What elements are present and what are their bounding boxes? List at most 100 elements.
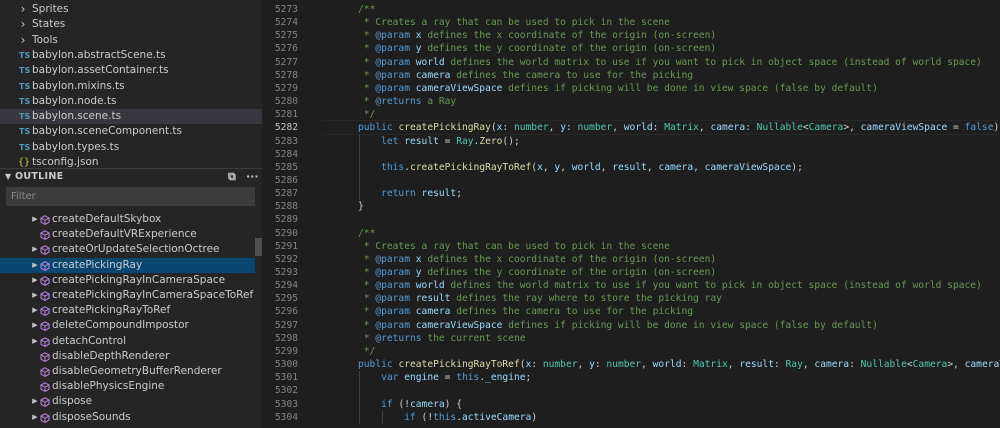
sidebar: › Sprites › States › Tools TS babylon.abstractS…: [0, 0, 262, 428]
outline-item[interactable]: createDefaultVRExperience: [0, 227, 262, 242]
outline-item[interactable]: ▶ dispose: [0, 394, 262, 409]
code-token: the current scene: [421, 332, 526, 344]
code-line: if (!camera) {: [322, 398, 462, 411]
chevron-right-icon[interactable]: ▶: [30, 258, 40, 273]
code-token: return: [381, 188, 422, 200]
outline-item[interactable]: disableDepthRenderer: [0, 349, 262, 364]
outline-item-label: createDefaultVRExperience: [52, 228, 197, 241]
outline-scrollbar-thumb[interactable]: [255, 238, 262, 256]
line-number: 5282: [274, 122, 298, 134]
outline-item[interactable]: ▶ createPickingRayToRef: [0, 303, 262, 318]
outline-item[interactable]: disableGeometryBufferRenderer: [0, 364, 262, 379]
outline-item[interactable]: ▶ createOrUpdateSelectionOctree: [0, 242, 262, 257]
outline-item[interactable]: ▶ deleteCompoundImpostor: [0, 318, 262, 333]
code-token: camera: [658, 161, 694, 173]
code-token: _engine: [485, 372, 526, 384]
code-token: cameraViewSpace: [964, 359, 1000, 371]
code-token: defines the camera to use for the pickin…: [450, 306, 694, 318]
chevron-right-icon[interactable]: ▶: [30, 273, 40, 288]
code-line: * @returns a Ray: [322, 95, 456, 108]
code-line: let result = Ray.Zero();: [322, 135, 520, 148]
method-icon: [40, 305, 50, 317]
chevron-right-icon[interactable]: ▶: [30, 394, 40, 409]
code-token: createPickingRayToRef: [398, 359, 520, 371]
outline-item[interactable]: ▶ createPickingRayInCameraSpaceToRef: [0, 288, 262, 303]
code-token: ,: [560, 161, 572, 173]
outline-item[interactable]: ▶ disposeSounds: [0, 410, 262, 425]
chevron-down-icon[interactable]: ▼: [5, 169, 11, 185]
outline-item-label: createPickingRay: [52, 258, 143, 271]
code-token: (!: [398, 398, 410, 410]
code-token: :: [681, 359, 694, 371]
line-number: 5288: [274, 201, 298, 213]
code-token: defines the ray where to store the picki…: [450, 293, 722, 305]
indent-guide: [382, 410, 383, 424]
code-line: * @param result defines the ray where to…: [322, 292, 722, 305]
chevron-right-icon[interactable]: ▶: [30, 212, 40, 227]
method-icon: [40, 275, 50, 286]
explorer-item-label: babylon.node.ts: [32, 94, 117, 107]
explorer-item-label: babylon.types.ts: [32, 140, 120, 153]
explorer-item[interactable]: TS babylon.assetContainer.ts: [0, 63, 262, 78]
code-token: var: [381, 372, 405, 384]
code-token: createPickingRayToRef: [410, 161, 532, 173]
outline-header[interactable]: ▼ OUTLINE ⧉ ···: [0, 168, 262, 185]
explorer-item[interactable]: › Sprites: [0, 2, 262, 17]
outline-item[interactable]: ▶ createPickingRay: [0, 257, 262, 273]
explorer-item[interactable]: TS babylon.types.ts: [0, 140, 262, 155]
outline-item[interactable]: disablePhysicsEngine: [0, 379, 262, 394]
code-token: @param: [375, 267, 410, 278]
chevron-right-icon[interactable]: ▶: [30, 303, 40, 318]
method-icon: [40, 396, 50, 408]
typescript-file-icon: TS: [19, 66, 31, 76]
outline-item[interactable]: ▶ createPickingRayInCameraSpace: [0, 273, 262, 288]
code-token: ,: [727, 359, 740, 371]
outline-filter-input[interactable]: Filter: [6, 187, 255, 206]
chevron-right-icon[interactable]: ›: [18, 2, 28, 17]
explorer-item-label: babylon.abstractScene.ts: [32, 48, 166, 61]
explorer-item[interactable]: › States: [0, 17, 262, 32]
chevron-right-icon[interactable]: ▶: [30, 334, 40, 349]
code-token: Camera: [912, 359, 948, 371]
code-token: camera: [710, 122, 746, 134]
explorer-item[interactable]: TS babylon.sceneComponent.ts: [0, 124, 262, 139]
code-token: createPickingRay: [398, 122, 491, 134]
more-actions-icon[interactable]: ···: [246, 169, 259, 185]
line-number: 5286: [274, 174, 298, 186]
code-line: * @param cameraViewSpace defines if pick…: [322, 82, 878, 95]
chevron-right-icon[interactable]: ▶: [30, 288, 40, 303]
chevron-right-icon[interactable]: ›: [18, 17, 28, 32]
chevron-right-icon[interactable]: ▶: [30, 410, 40, 425]
code-token: defines the x coordinate of the origin (…: [421, 30, 717, 42]
outline-item-label: disableGeometryBufferRenderer: [52, 365, 222, 377]
code-token: ;: [456, 188, 462, 200]
explorer-item[interactable]: TS babylon.mixins.ts: [0, 79, 262, 94]
collapse-all-icon[interactable]: ⧉: [228, 169, 236, 185]
code-token: * Creates a ray that can be used to pick…: [358, 240, 670, 252]
line-number: 5290: [274, 227, 298, 239]
method-icon: [40, 351, 50, 362]
outline-item[interactable]: ▶ detachControl: [0, 334, 262, 349]
explorer-item[interactable]: TS babylon.scene.ts: [0, 109, 262, 125]
explorer-item[interactable]: TS babylon.abstractScene.ts: [0, 48, 262, 63]
line-number: 5297: [274, 319, 298, 331]
code-token: ):: [993, 122, 1000, 134]
code-token: *: [358, 332, 376, 344]
method-icon: [40, 381, 50, 393]
explorer-item[interactable]: › Tools: [0, 33, 262, 48]
code-token: */: [358, 109, 376, 121]
code-editor[interactable]: /** * Creates a ray that can be used to …: [322, 0, 1000, 428]
outline-item[interactable]: ▶ createDefaultSkybox: [0, 212, 262, 227]
chevron-right-icon[interactable]: ▶: [30, 318, 40, 333]
method-icon: [40, 336, 50, 347]
code-token: result: [421, 188, 457, 200]
explorer-item-label: babylon.mixins.ts: [32, 79, 125, 92]
code-token: >,: [843, 122, 861, 134]
chevron-right-icon[interactable]: ▶: [30, 242, 40, 257]
code-token: *: [358, 69, 376, 81]
explorer-item[interactable]: TS babylon.node.ts: [0, 94, 262, 109]
line-number: 5302: [274, 385, 298, 397]
chevron-right-icon[interactable]: ›: [18, 33, 28, 48]
code-token: ,: [600, 161, 613, 173]
